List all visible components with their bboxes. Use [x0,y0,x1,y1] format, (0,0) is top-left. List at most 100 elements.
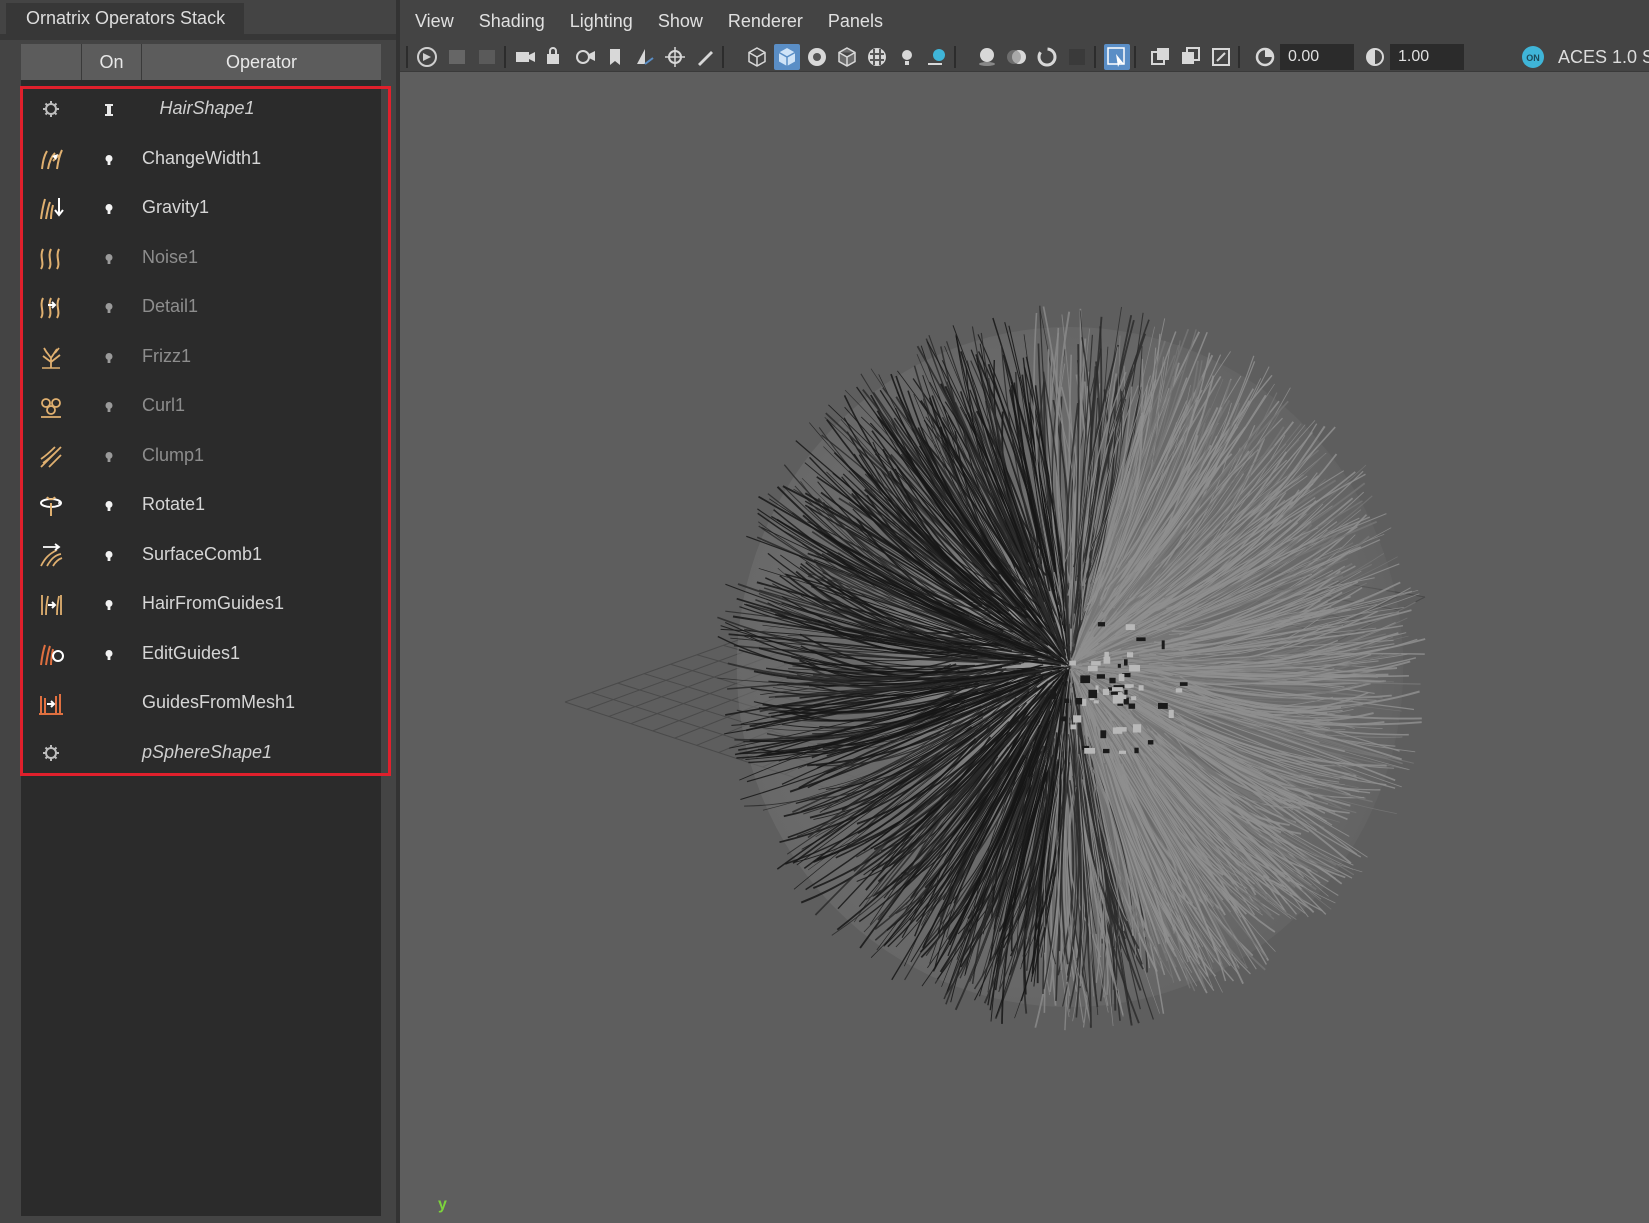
gamma-field[interactable]: 1.00 [1390,44,1464,70]
gamma-icon[interactable] [1362,44,1388,70]
operator-label: Curl1 [142,395,186,415]
change-width-icon [37,146,65,172]
toolbar-separator [1238,46,1240,68]
svg-text:ON: ON [1526,53,1540,63]
detail-icon [37,294,65,320]
operator-label: Gravity1 [142,197,210,217]
color-management-icon[interactable]: ON [1520,44,1546,70]
operator-label: HairShape1 [159,98,255,118]
operator-toggle-icon[interactable] [103,499,115,511]
gravity-icon [37,195,65,221]
header-icon-column[interactable] [21,44,82,80]
camera-icon[interactable] [512,44,538,70]
operator-toggle-icon[interactable] [103,400,115,412]
operator-toggle-icon[interactable] [103,301,115,313]
rotate-icon [37,492,65,518]
shadows-icon[interactable] [924,44,950,70]
grease-pencil-icon[interactable] [692,44,718,70]
operator-label: GuidesFromMesh1 [142,692,296,712]
operator-row-surface-comb-1[interactable]: SurfaceComb1 [21,530,381,580]
axis-indicator: y [438,1196,447,1213]
bookmark-flag-icon[interactable] [602,44,628,70]
header-on-column[interactable]: On [82,44,142,80]
curl-icon [37,393,65,419]
header-operator-column[interactable]: Operator [142,44,381,80]
backface-culling-icon[interactable] [1208,44,1234,70]
panel-tab-strip [0,34,396,40]
hair-from-guides-icon [37,591,65,617]
camera-attributes-icon[interactable] [444,44,470,70]
edit-guides-icon [37,641,65,667]
operators-list-header: On Operator [21,44,381,80]
operator-row-guides-from-mesh-1[interactable]: GuidesFromMesh1 [21,678,381,728]
operator-toggle-icon[interactable] [103,549,115,561]
operator-label: SurfaceComb1 [142,543,263,564]
default-material-icon[interactable] [804,44,830,70]
toolbar-separator [406,46,408,68]
operator-row-change-width-1[interactable]: ChangeWidth1 [21,134,381,184]
viewport-panel: View Shading Lighting Show Renderer Pane… [400,0,1649,1223]
depth-of-field-icon[interactable] [1064,44,1090,70]
wireframe-on-shaded-icon[interactable] [834,44,860,70]
operator-toggle-icon[interactable] [103,648,115,660]
operator-label: Noise1 [142,246,199,267]
textured-icon[interactable] [864,44,890,70]
xray-icon[interactable] [1148,44,1174,70]
operator-row-hair-from-guides-1[interactable]: HairFromGuides1 [21,579,381,629]
bookmark-icon[interactable] [474,44,500,70]
noise-icon [37,245,65,271]
use-all-lights-icon[interactable] [894,44,920,70]
operator-row-frizz-1[interactable]: Frizz1 [21,332,381,382]
wireframe-icon[interactable] [744,44,770,70]
anti-aliasing-icon[interactable] [1034,44,1060,70]
operator-label: pSphereShape1 [141,741,273,762]
toolbar-separator [504,46,506,68]
exposure-field[interactable]: 0.00 [1280,44,1354,70]
clump-icon [37,443,65,469]
viewport-menubar: View Shading Lighting Show Renderer Pane… [400,0,1649,42]
color-space-label[interactable]: ACES 1.0 S [1558,44,1649,70]
panel-title-tab[interactable]: Ornatrix Operators Stack [6,3,244,34]
menu-show[interactable]: Show [658,11,703,32]
isolate-select-icon[interactable] [1104,44,1130,70]
select-camera-icon[interactable] [414,44,440,70]
operator-row-rotate-1[interactable]: Rotate1 [21,480,381,530]
operator-row-noise-1[interactable]: Noise1 [21,233,381,283]
operator-toggle-icon[interactable] [103,598,115,610]
motion-blur-icon[interactable] [1004,44,1030,70]
operator-row-p-sphere-shape-1[interactable]: pSphereShape1 [21,728,381,778]
grid-toggle-icon[interactable] [632,44,658,70]
operator-toggle-icon[interactable] [103,153,115,165]
xray-joints-icon[interactable] [1178,44,1204,70]
pan-zoom-icon[interactable] [662,44,688,70]
operator-row-clump-1[interactable]: Clump1 [21,431,381,481]
screen-space-ao-icon[interactable] [974,44,1000,70]
operator-row-detail-1[interactable]: Detail1 [21,282,381,332]
smooth-shade-icon[interactable] [774,44,800,70]
menu-lighting[interactable]: Lighting [570,11,633,32]
operator-row-curl-1[interactable]: Curl1 [21,381,381,431]
menu-panels[interactable]: Panels [828,11,883,32]
toolbar-separator [954,46,956,68]
operator-row-edit-guides-1[interactable]: EditGuides1 [21,629,381,679]
operator-label: Detail1 [142,296,199,316]
operator-label: Frizz1 [142,345,191,366]
frizz-icon [37,344,65,370]
lock-camera-icon[interactable] [542,44,568,70]
menu-shading[interactable]: Shading [479,11,545,32]
operator-label: Clump1 [142,444,205,465]
camera-film-icon[interactable] [572,44,598,70]
viewport-3d-scene[interactable] [400,72,1649,1223]
operator-row-hair-shape-1[interactable]: HairShape1 [21,84,381,134]
viewport-toolbar: 0.00 1.00 ON ACES 1.0 S [400,42,1649,72]
operator-label: ChangeWidth1 [142,147,262,168]
operator-toggle-icon[interactable] [103,252,115,264]
menu-view[interactable]: View [415,11,454,32]
operator-row-gravity-1[interactable]: Gravity1 [21,183,381,233]
operator-label: EditGuides1 [142,642,241,663]
operator-toggle-icon[interactable] [103,351,115,363]
exposure-icon[interactable] [1252,44,1278,70]
operator-toggle-icon[interactable] [103,450,115,462]
operator-toggle-icon[interactable] [103,202,115,214]
menu-renderer[interactable]: Renderer [728,11,803,32]
